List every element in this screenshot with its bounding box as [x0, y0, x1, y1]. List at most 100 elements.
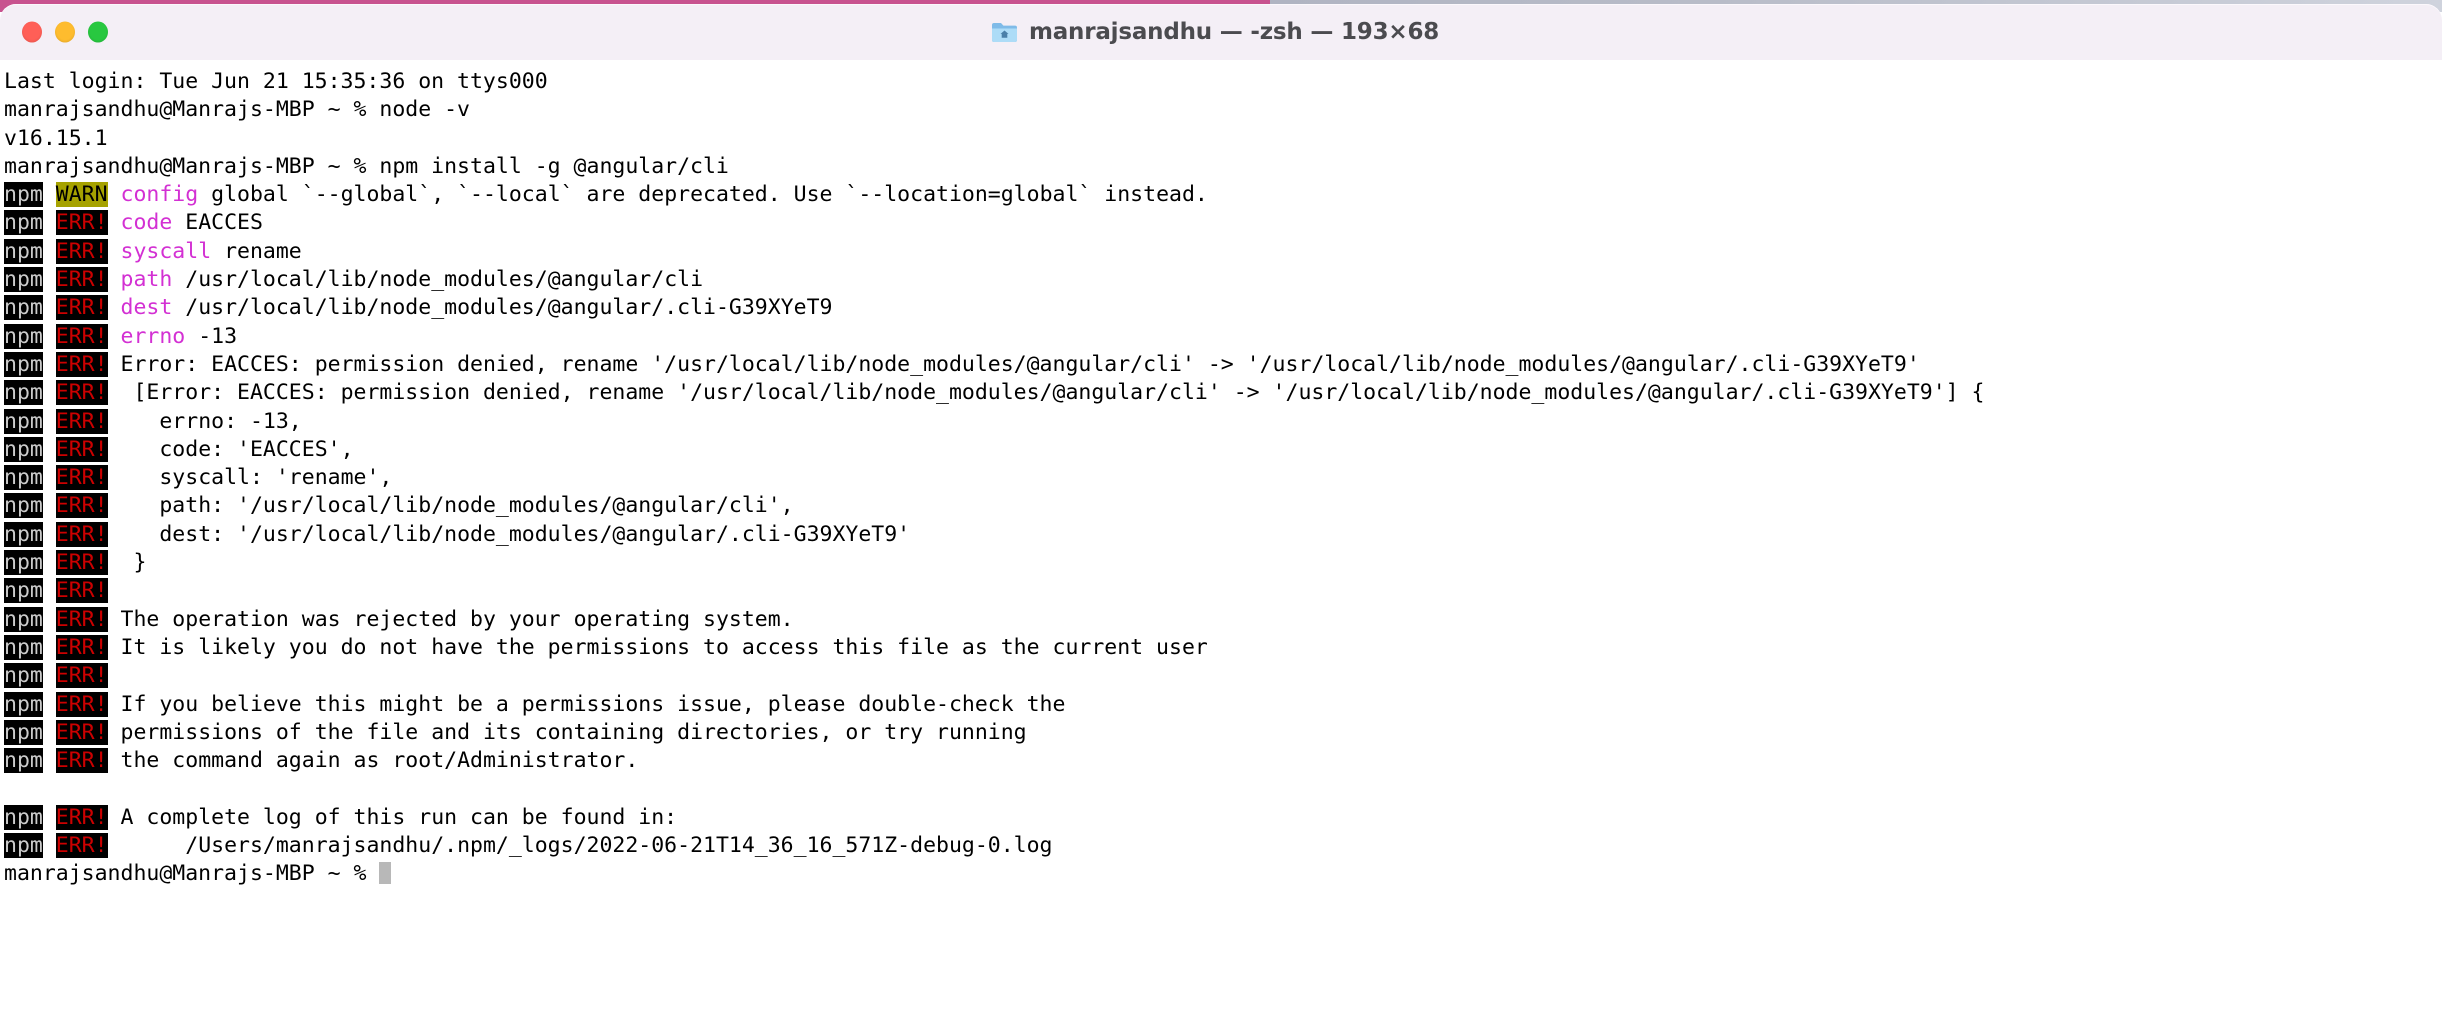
npm-badge: npm — [4, 804, 43, 830]
err-badge: ERR! — [55, 408, 108, 434]
log-message: rename — [211, 238, 302, 264]
window-title-group: manrajsandhu — -zsh — 193×68 — [991, 19, 1439, 45]
npm-badge: npm — [4, 663, 43, 689]
err-badge: ERR! — [55, 521, 108, 547]
terminal-line: npm ERR! errno: -13, — [4, 408, 2442, 436]
terminal-line: npm ERR! Error: EACCES: permission denie… — [4, 351, 2442, 379]
log-message: Error: EACCES: permission denied, rename… — [120, 351, 1920, 377]
terminal-line: npm ERR! the command again as root/Admin… — [4, 747, 2442, 775]
log-key: errno — [120, 323, 186, 349]
log-message: path: '/usr/local/lib/node_modules/@angu… — [120, 493, 794, 519]
warn-badge: WARN — [55, 182, 108, 208]
terminal-text: Last login: Tue Jun 21 15:35:36 on ttys0… — [4, 69, 548, 94]
err-badge: ERR! — [55, 267, 108, 293]
err-badge: ERR! — [55, 719, 108, 745]
npm-badge: npm — [4, 493, 43, 519]
npm-badge: npm — [4, 238, 43, 264]
badge-gap — [108, 550, 121, 575]
shell-command: npm install -g @angular/cli — [379, 153, 729, 179]
npm-badge: npm — [4, 323, 43, 349]
terminal-line: manrajsandhu@Manrajs-MBP ~ % node -v — [4, 96, 2442, 124]
npm-badge: npm — [4, 606, 43, 632]
badge-gap — [43, 635, 56, 660]
terminal-line: Last login: Tue Jun 21 15:35:36 on ttys0… — [4, 68, 2442, 96]
terminal-line: npm ERR! syscall rename — [4, 238, 2442, 266]
terminal-line: npm ERR! — [4, 662, 2442, 690]
badge-gap — [108, 409, 121, 434]
npm-badge: npm — [4, 550, 43, 576]
terminal-line: npm ERR! errno -13 — [4, 323, 2442, 351]
terminal-line: npm ERR! path: '/usr/local/lib/node_modu… — [4, 492, 2442, 520]
terminal-line: v16.15.1 — [4, 125, 2442, 153]
log-message: } — [120, 550, 147, 576]
log-key: code — [120, 210, 173, 236]
shell-prompt: manrajsandhu@Manrajs-MBP ~ % — [4, 97, 380, 123]
log-message: global `--global`, `--local` are depreca… — [198, 182, 1208, 208]
terminal-window: manrajsandhu — -zsh — 193×68 Last login:… — [0, 0, 2442, 1022]
terminal-text: v16.15.1 — [4, 125, 108, 151]
log-message: permissions of the file and its containi… — [120, 719, 1027, 745]
npm-badge: npm — [4, 267, 43, 293]
badge-gap — [43, 409, 56, 434]
badge-gap — [108, 380, 121, 405]
log-key: syscall — [120, 238, 212, 264]
log-message: The operation was rejected by your opera… — [120, 606, 794, 632]
err-badge: ERR! — [55, 436, 108, 462]
terminal-line — [4, 775, 2442, 803]
badge-gap — [108, 748, 121, 773]
terminal-line: npm ERR! It is likely you do not have th… — [4, 634, 2442, 662]
minimize-button[interactable] — [55, 21, 75, 43]
badge-gap — [108, 324, 121, 349]
log-message: /usr/local/lib/node_modules/@angular/.cl… — [172, 295, 833, 321]
terminal-line: npm ERR! syscall: 'rename', — [4, 464, 2442, 492]
npm-badge: npm — [4, 351, 43, 377]
badge-gap — [43, 692, 56, 717]
badge-gap — [108, 578, 121, 603]
shell-command: node -v — [379, 97, 470, 123]
badge-gap — [43, 805, 56, 830]
badge-gap — [43, 267, 56, 292]
badge-gap — [43, 295, 56, 320]
log-message: If you believe this might be a permissio… — [120, 691, 1066, 717]
err-badge: ERR! — [55, 833, 108, 859]
log-message: [Error: EACCES: permission denied, renam… — [120, 380, 1985, 406]
terminal-line: npm WARN config global `--global`, `--lo… — [4, 181, 2442, 209]
badge-gap — [108, 210, 121, 235]
window-titlebar[interactable]: manrajsandhu — -zsh — 193×68 — [0, 4, 2442, 61]
log-message: the command again as root/Administrator. — [120, 748, 639, 774]
badge-gap — [43, 663, 56, 688]
err-badge: ERR! — [55, 295, 108, 321]
npm-badge: npm — [4, 521, 43, 547]
err-badge: ERR! — [55, 634, 108, 660]
badge-gap — [108, 522, 121, 547]
terminal-line: npm ERR! code EACCES — [4, 209, 2442, 237]
badge-gap — [108, 720, 121, 745]
text-cursor — [379, 862, 392, 885]
log-message: code: 'EACCES', — [120, 436, 354, 462]
badge-gap — [43, 352, 56, 377]
terminal-line: npm ERR! A complete log of this run can … — [4, 804, 2442, 832]
badge-gap — [108, 692, 121, 717]
window-controls — [22, 21, 108, 43]
npm-badge: npm — [4, 295, 43, 321]
badge-gap — [108, 663, 121, 688]
badge-gap — [43, 437, 56, 462]
terminal-output[interactable]: Last login: Tue Jun 21 15:35:36 on ttys0… — [0, 60, 2442, 1022]
npm-badge: npm — [4, 380, 43, 406]
zoom-button[interactable] — [88, 21, 108, 43]
npm-badge: npm — [4, 748, 43, 774]
log-message: dest: '/usr/local/lib/node_modules/@angu… — [120, 521, 911, 547]
err-badge: ERR! — [55, 606, 108, 632]
err-badge: ERR! — [55, 380, 108, 406]
npm-badge: npm — [4, 634, 43, 660]
badge-gap — [43, 324, 56, 349]
npm-badge: npm — [4, 210, 43, 236]
close-button[interactable] — [22, 21, 42, 43]
terminal-blank — [4, 776, 17, 801]
npm-badge: npm — [4, 436, 43, 462]
err-badge: ERR! — [55, 323, 108, 349]
npm-badge: npm — [4, 182, 43, 208]
npm-badge: npm — [4, 408, 43, 434]
badge-gap — [43, 182, 56, 207]
err-badge: ERR! — [55, 663, 108, 689]
